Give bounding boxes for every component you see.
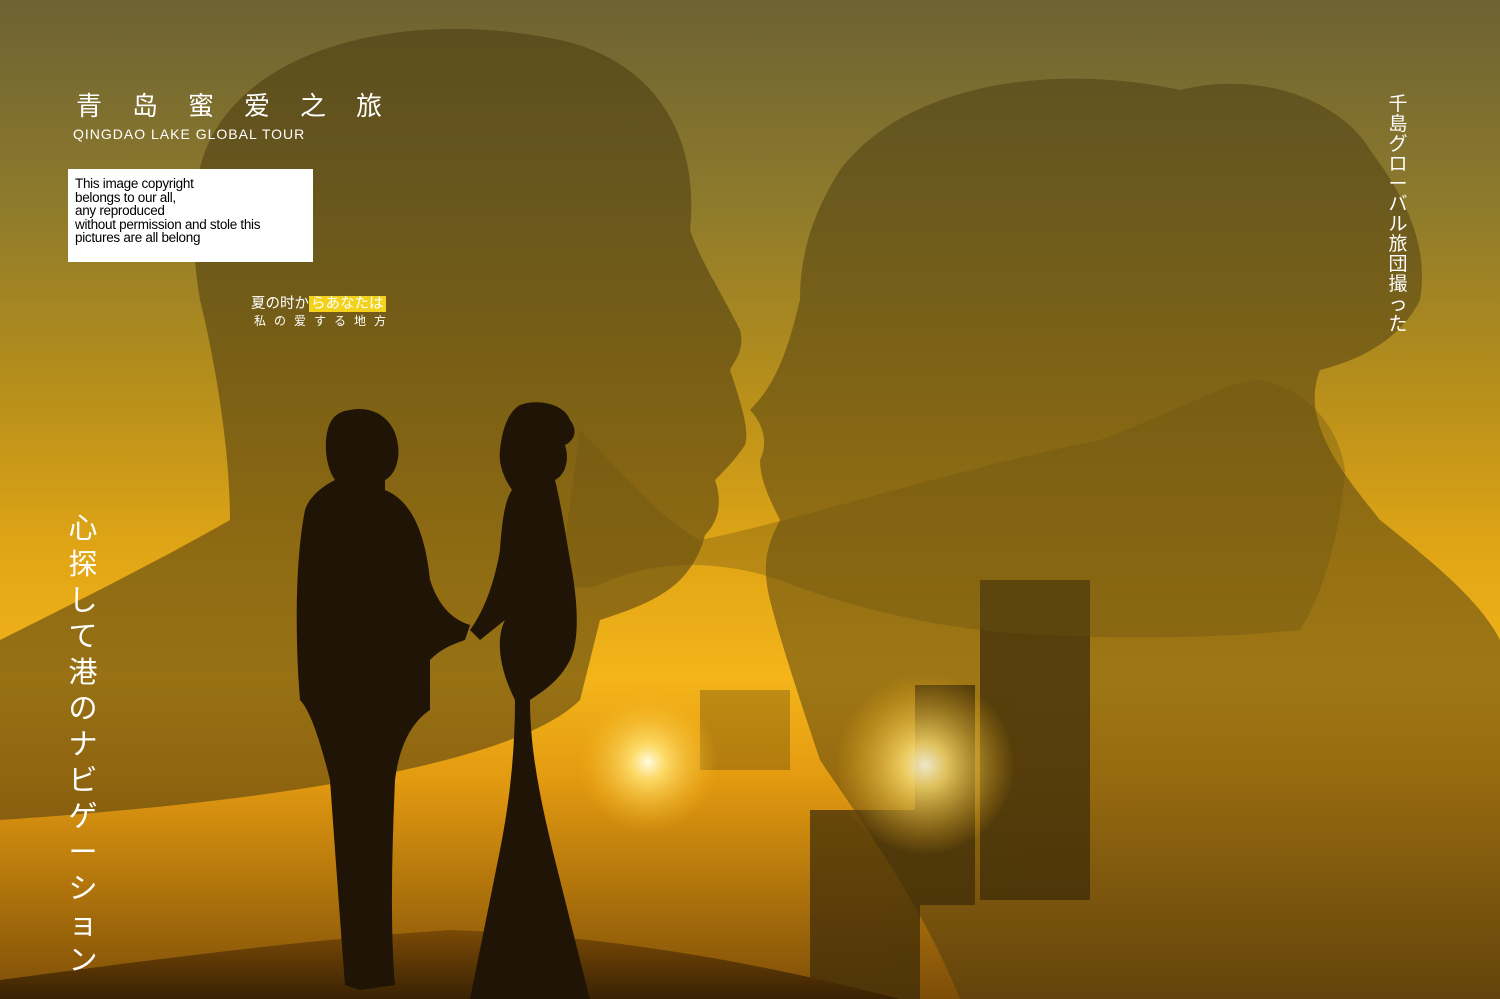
copyright-line: This image copyright bbox=[75, 176, 194, 191]
copyright-line: without permission and stole this bbox=[75, 216, 261, 232]
vertical-caption-right: 千島グローバル旅団撮った bbox=[1388, 93, 1408, 335]
tagline-plain: 夏の时か bbox=[251, 296, 309, 312]
sunset-silhouette-artwork bbox=[0, 28, 1500, 999]
foreground-hill bbox=[0, 930, 900, 999]
sun-glow-2 bbox=[835, 675, 1015, 855]
copyright-line: pictures are all belong bbox=[75, 230, 201, 245]
tagline-highlight: らあなたは bbox=[309, 296, 386, 312]
tagline-line-2: 私の爱する地方 bbox=[254, 314, 395, 328]
copyright-notice-text: This image copyright belongs to our all,… bbox=[75, 176, 261, 245]
copyright-line: belongs to our all, bbox=[75, 189, 176, 205]
wedding-poster: 青岛蜜爱之旅 QINGDAO LAKE GLOBAL TOUR This ima… bbox=[0, 0, 1500, 999]
sun-glow bbox=[578, 692, 718, 832]
poster-title-english: QINGDAO LAKE GLOBAL TOUR bbox=[73, 126, 306, 142]
copyright-line: any reproduced bbox=[75, 203, 165, 218]
tagline-line-1: 夏の时か らあなたは bbox=[251, 292, 386, 313]
poster-title-chinese: 青岛蜜爱之旅 bbox=[76, 92, 413, 122]
copyright-notice-box: This image copyright belongs to our all,… bbox=[68, 169, 313, 262]
vertical-caption-left: 心探して港のナビゲーション bbox=[68, 511, 98, 977]
